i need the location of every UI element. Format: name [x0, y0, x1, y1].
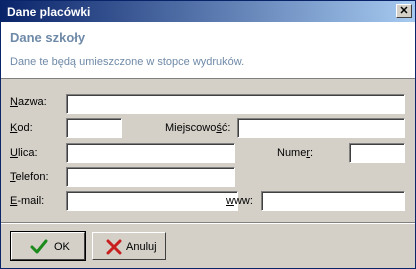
- title-bar[interactable]: Dane placówki ✕: [1, 1, 415, 22]
- nazwa-input[interactable]: [66, 94, 405, 114]
- telefon-label: Telefon:: [10, 171, 49, 183]
- header-title: Dane szkoły: [10, 30, 86, 45]
- miejscowosc-input[interactable]: [237, 118, 405, 138]
- ok-button-label: OK: [54, 241, 70, 253]
- ulica-label: Ulica:: [10, 147, 38, 159]
- telefon-input[interactable]: [66, 167, 235, 187]
- window-title: Dane placówki: [7, 5, 91, 19]
- checkmark-icon: [30, 239, 48, 254]
- close-icon: ✕: [399, 5, 409, 17]
- cancel-button-label: Anuluj: [126, 241, 157, 253]
- close-button[interactable]: ✕: [396, 4, 412, 18]
- separator: [1, 222, 415, 224]
- www-input[interactable]: [261, 191, 405, 211]
- email-label: E-mail:: [10, 195, 45, 207]
- numer-label: Numer:: [277, 147, 314, 159]
- nazwa-label: Nazwa:: [10, 96, 47, 108]
- kod-input[interactable]: [66, 118, 122, 138]
- miejscowosc-label: Miejscowość:: [165, 122, 231, 134]
- email-input[interactable]: [66, 191, 238, 211]
- cancel-button[interactable]: Anuluj: [92, 232, 166, 260]
- numer-input[interactable]: [349, 143, 405, 163]
- kod-label: Kod:: [10, 122, 33, 134]
- dialog-window: Dane placówki ✕ Dane szkoły Dane te będą…: [0, 0, 416, 269]
- ulica-input[interactable]: [66, 143, 235, 163]
- www-label: www:: [226, 195, 253, 207]
- x-mark-icon: [106, 239, 122, 255]
- ok-button[interactable]: OK: [10, 231, 86, 261]
- dialog-header: Dane szkoły Dane te będą umieszczone w s…: [1, 22, 415, 79]
- header-description: Dane te będą umieszczone w stopce wydruk…: [10, 56, 245, 68]
